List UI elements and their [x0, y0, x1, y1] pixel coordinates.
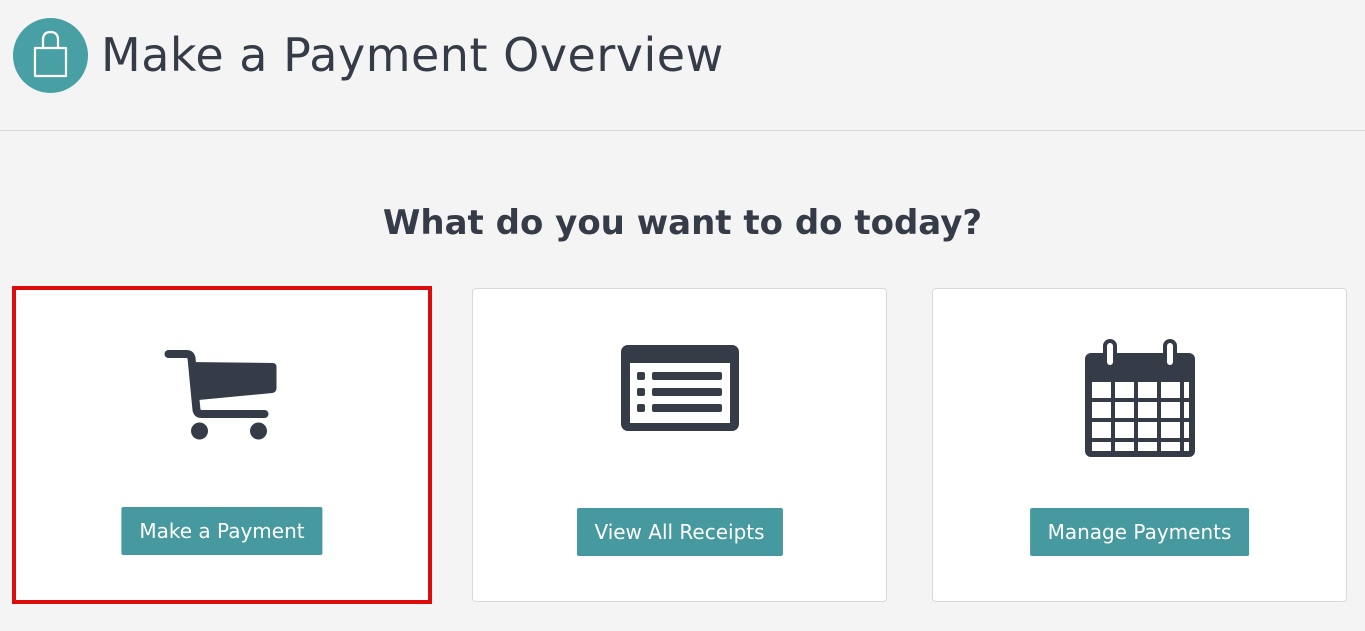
shopping-cart-icon: [164, 350, 280, 449]
make-payment-card[interactable]: Make a Payment: [12, 286, 432, 604]
manage-payments-button[interactable]: Manage Payments: [1029, 508, 1250, 556]
shopping-bag-icon: [13, 18, 88, 93]
receipt-list-icon: [619, 337, 741, 439]
make-payment-button[interactable]: Make a Payment: [121, 507, 323, 555]
manage-payments-card[interactable]: Manage Payments: [932, 288, 1347, 602]
calendar-icon: [1083, 337, 1197, 463]
view-all-receipts-button[interactable]: View All Receipts: [576, 508, 783, 556]
view-receipts-card[interactable]: View All Receipts: [472, 288, 887, 602]
prompt-heading: What do you want to do today?: [382, 203, 983, 243]
page-header: Make a Payment Overview: [0, 0, 1365, 131]
page-title: Make a Payment Overview: [101, 28, 724, 82]
